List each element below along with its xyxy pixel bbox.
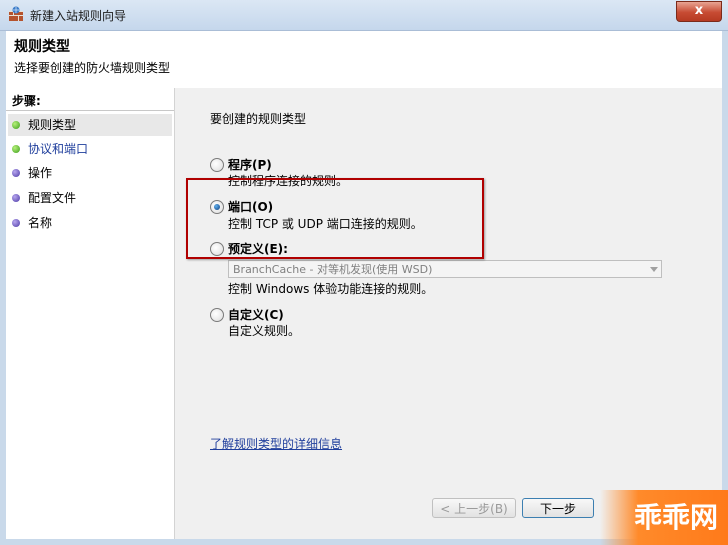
learn-more-link[interactable]: 了解规则类型的详细信息 xyxy=(210,435,342,452)
step-pending-icon xyxy=(12,194,20,202)
steps-panel: 步骤: 规则类型 协议和端口 操作 配置文件 名称 xyxy=(6,88,175,539)
program-radio[interactable] xyxy=(210,158,224,172)
step-pending-icon xyxy=(12,219,20,227)
step-label: 操作 xyxy=(28,166,53,180)
page-title: 规则类型 xyxy=(14,39,70,55)
back-button[interactable]: < 上一步(B) xyxy=(432,498,516,518)
page-subtitle: 选择要创建的防火墙规则类型 xyxy=(14,61,171,75)
step-protocol-port[interactable]: 协议和端口 xyxy=(8,138,172,160)
rule-type-pane: 要创建的规则类型 程序(P) 控制程序连接的规则。 端口(O) 控制 TCP 或… xyxy=(174,88,722,539)
step-rule-type: 规则类型 xyxy=(8,114,172,136)
custom-option-desc: 自定义规则。 xyxy=(228,324,301,338)
predefined-select[interactable]: BranchCache - 对等机发现(使用 WSD) xyxy=(228,260,662,278)
custom-radio[interactable] xyxy=(210,308,224,322)
predefined-option-desc: 控制 Windows 体验功能连接的规则。 xyxy=(228,282,434,296)
step-profile: 配置文件 xyxy=(8,187,172,209)
wizard-header: 规则类型 选择要创建的防火墙规则类型 xyxy=(6,31,722,89)
step-label: 名称 xyxy=(28,216,53,230)
close-button[interactable]: x xyxy=(676,1,722,22)
step-complete-icon xyxy=(12,145,20,153)
firewall-icon xyxy=(9,6,23,21)
wizard-content: 步骤: 规则类型 协议和端口 操作 配置文件 名称 要创建的规则类型 程序(P)… xyxy=(6,88,722,539)
step-label: 配置文件 xyxy=(28,191,77,205)
rule-type-prompt: 要创建的规则类型 xyxy=(210,112,307,126)
steps-heading: 步骤: xyxy=(12,94,41,108)
custom-option-label[interactable]: 自定义(C) xyxy=(228,306,284,323)
chevron-down-icon xyxy=(650,267,658,272)
highlight-box xyxy=(186,178,484,259)
predefined-select-value: BranchCache - 对等机发现(使用 WSD) xyxy=(233,263,433,276)
close-icon: x xyxy=(694,3,704,18)
step-complete-icon xyxy=(12,121,20,129)
watermark-text: 乖乖网 xyxy=(633,501,718,534)
next-button[interactable]: 下一步 xyxy=(522,498,594,518)
site-watermark: 乖乖网 xyxy=(600,490,728,545)
program-option-label[interactable]: 程序(P) xyxy=(228,156,272,173)
step-pending-icon xyxy=(12,169,20,177)
steps-divider xyxy=(6,110,174,111)
title-bar: 新建入站规则向导 x xyxy=(0,0,728,31)
step-name: 名称 xyxy=(8,212,172,234)
window-title: 新建入站规则向导 xyxy=(30,9,127,23)
step-label: 规则类型 xyxy=(28,118,77,132)
step-label: 协议和端口 xyxy=(28,142,89,156)
step-action: 操作 xyxy=(8,162,172,184)
